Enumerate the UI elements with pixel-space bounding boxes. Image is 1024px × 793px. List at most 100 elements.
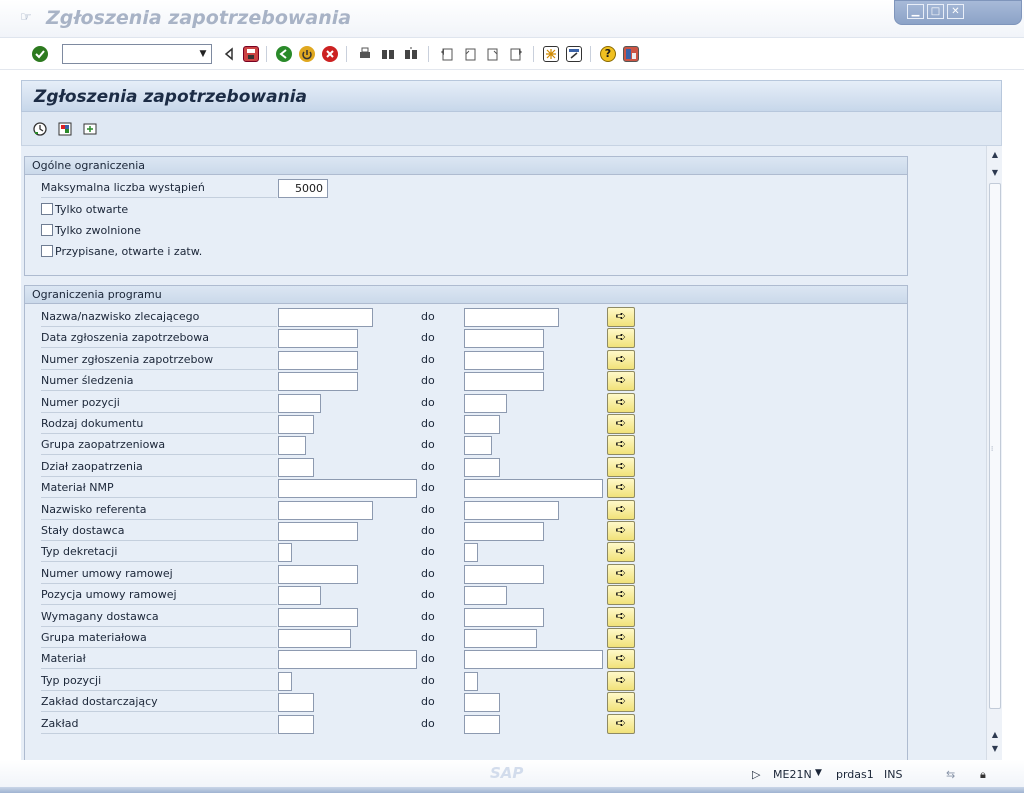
enter-icon[interactable]	[32, 46, 48, 62]
range-from-input[interactable]	[278, 522, 358, 541]
range-from-input[interactable]	[278, 586, 321, 606]
multiple-selection-button[interactable]: ➪	[607, 649, 635, 670]
multiple-selection-button[interactable]: ➪	[607, 478, 635, 499]
customize-layout-icon[interactable]	[623, 46, 639, 62]
range-to-input[interactable]	[464, 436, 492, 456]
range-from-input[interactable]	[278, 457, 314, 477]
range-from-input[interactable]	[278, 714, 314, 734]
vertical-scrollbar[interactable]: ▲ ▼ ⁞ ▲ ▼	[986, 146, 1002, 760]
selection-options-icon[interactable]	[57, 121, 73, 137]
range-to-input[interactable]	[464, 457, 500, 477]
range-from-input[interactable]	[278, 308, 373, 327]
range-from-input[interactable]	[278, 350, 358, 370]
range-to-input[interactable]	[464, 479, 603, 499]
range-to-input[interactable]	[464, 693, 500, 713]
minimize-icon[interactable]: ▁	[907, 4, 924, 19]
last-page-icon[interactable]	[508, 46, 524, 62]
lock-icon[interactable]: 🔒︎	[980, 768, 986, 782]
multiple-selection-button[interactable]: ➪	[607, 435, 635, 456]
checkbox-only-released[interactable]: Tylko zwolnione	[41, 223, 141, 239]
app-menu-icon[interactable]: ☞	[20, 11, 36, 25]
chevron-down-icon[interactable]: ▼	[197, 47, 209, 61]
range-to-input[interactable]	[464, 500, 559, 520]
multiple-selection-button[interactable]: ➪	[607, 392, 635, 413]
range-from-input[interactable]	[278, 693, 314, 713]
save-icon[interactable]	[243, 46, 259, 62]
cancel-icon[interactable]	[322, 46, 338, 62]
range-from-input[interactable]	[278, 500, 373, 520]
checkbox-assigned-open-approved[interactable]: Przypisane, otwarte i zatw.	[41, 244, 202, 260]
first-page-icon[interactable]	[439, 46, 455, 62]
multiple-selection-button[interactable]: ➪	[607, 563, 635, 584]
multiple-selection-button[interactable]: ➪	[607, 606, 635, 627]
range-from-input[interactable]	[278, 393, 321, 413]
range-from-input[interactable]	[278, 564, 358, 584]
range-to-input[interactable]	[464, 308, 559, 327]
multiple-selection-button[interactable]: ➪	[607, 628, 635, 648]
command-field[interactable]: ▼	[62, 44, 212, 64]
range-to-input[interactable]	[464, 415, 500, 434]
find-next-icon[interactable]	[403, 46, 419, 62]
multiple-selection-button[interactable]: ➪	[607, 670, 635, 691]
checkbox-box[interactable]	[41, 245, 53, 257]
back-icon[interactable]	[221, 46, 237, 62]
range-from-input[interactable]	[278, 415, 314, 434]
find-icon[interactable]	[380, 46, 396, 62]
execute-icon[interactable]	[32, 121, 48, 137]
range-to-input[interactable]	[464, 522, 544, 541]
checkbox-box[interactable]	[41, 224, 53, 236]
range-from-input[interactable]	[278, 629, 351, 648]
scroll-down-icon[interactable]: ▼	[990, 744, 1000, 754]
range-to-input[interactable]	[464, 650, 603, 670]
multiple-selection-button[interactable]: ➪	[607, 349, 635, 370]
range-to-input[interactable]	[464, 564, 544, 584]
help-icon[interactable]: ?	[600, 46, 616, 62]
maximize-icon[interactable]: □	[927, 4, 944, 19]
multiple-selection-button[interactable]: ➪	[607, 307, 635, 327]
dynamic-selections-icon[interactable]	[82, 121, 98, 137]
range-to-input[interactable]	[464, 671, 478, 691]
chevron-down-icon[interactable]: ▼	[815, 768, 822, 778]
scroll-up-icon[interactable]: ▼	[990, 168, 1000, 178]
range-from-input[interactable]	[278, 329, 358, 349]
range-to-input[interactable]	[464, 393, 507, 413]
max-occurrences-input[interactable]: 5000	[278, 179, 328, 198]
next-page-icon[interactable]	[485, 46, 501, 62]
checkbox-box[interactable]	[41, 203, 53, 215]
multiple-selection-button[interactable]: ➪	[607, 713, 635, 734]
checkbox-only-open[interactable]: Tylko otwarte	[41, 202, 128, 218]
range-to-input[interactable]	[464, 607, 544, 627]
multiple-selection-button[interactable]: ➪	[607, 328, 635, 349]
range-to-input[interactable]	[464, 714, 500, 734]
exit-icon[interactable]	[299, 46, 315, 62]
green-back-icon[interactable]	[276, 46, 292, 62]
multiple-selection-button[interactable]: ➪	[607, 414, 635, 434]
multiple-selection-button[interactable]: ➪	[607, 521, 635, 541]
range-from-input[interactable]	[278, 607, 358, 627]
play-icon[interactable]: ▷	[752, 768, 760, 781]
range-from-input[interactable]	[278, 436, 306, 456]
shortcut-icon[interactable]	[566, 46, 582, 62]
range-to-input[interactable]	[464, 372, 544, 392]
new-session-icon[interactable]	[543, 46, 559, 62]
range-from-input[interactable]	[278, 479, 417, 499]
multiple-selection-button[interactable]: ➪	[607, 692, 635, 713]
scroll-up-icon[interactable]: ▲	[990, 730, 1000, 740]
range-to-input[interactable]	[464, 329, 544, 349]
range-to-input[interactable]	[464, 350, 544, 370]
multiple-selection-button[interactable]: ➪	[607, 542, 635, 563]
range-to-input[interactable]	[464, 629, 537, 648]
multiple-selection-button[interactable]: ➪	[607, 456, 635, 477]
multiple-selection-button[interactable]: ➪	[607, 499, 635, 520]
scroll-up-icon[interactable]: ▲	[990, 150, 1000, 160]
range-from-input[interactable]	[278, 650, 417, 670]
multiple-selection-button[interactable]: ➪	[607, 585, 635, 606]
range-to-input[interactable]	[464, 543, 478, 563]
range-from-input[interactable]	[278, 671, 292, 691]
previous-page-icon[interactable]	[462, 46, 478, 62]
print-icon[interactable]	[357, 46, 373, 62]
multiple-selection-button[interactable]: ➪	[607, 371, 635, 392]
close-icon[interactable]: ✕	[947, 4, 964, 19]
range-to-input[interactable]	[464, 586, 507, 606]
range-from-input[interactable]	[278, 543, 292, 563]
